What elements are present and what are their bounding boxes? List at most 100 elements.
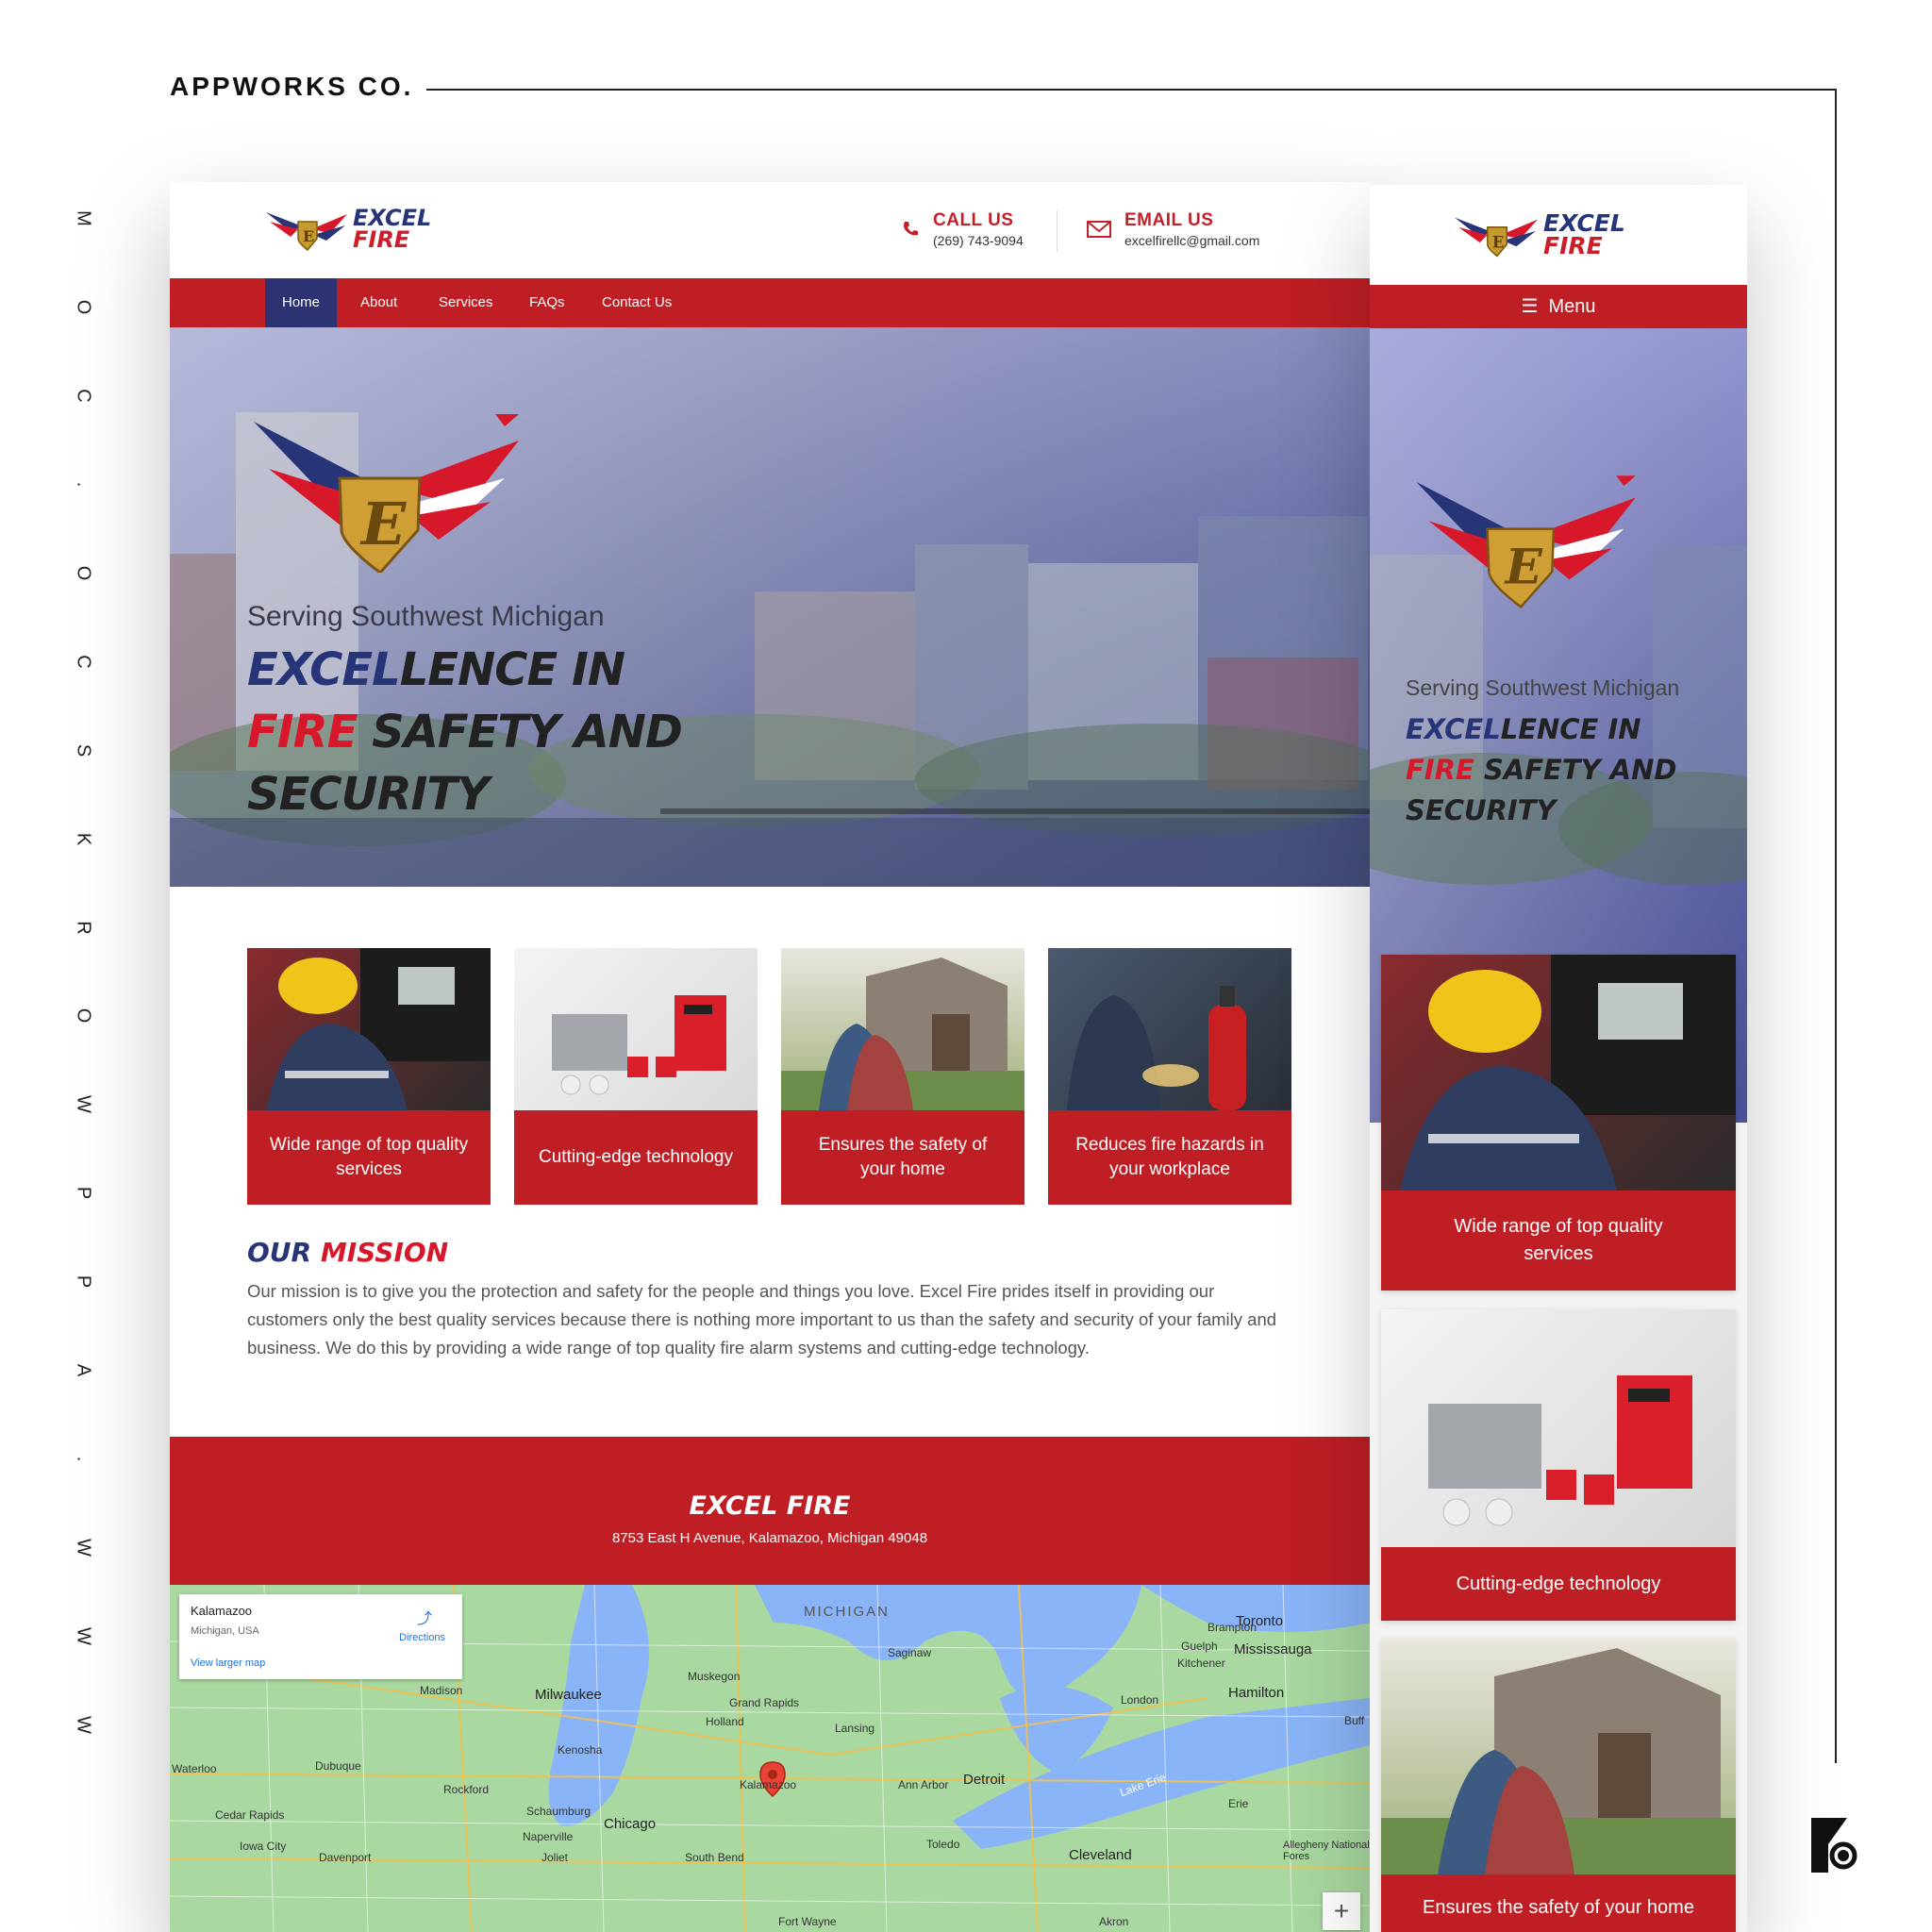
map-label: Kalamazoo <box>740 1778 797 1791</box>
workplace-welding-image <box>1048 948 1291 1110</box>
map-place-card: Kalamazoo Michigan, USA ⤴ Directions Vie… <box>179 1594 462 1679</box>
email-us-block[interactable]: EMAIL US excelfirellc@gmail.com <box>1087 210 1259 248</box>
map-label: Davenport <box>319 1851 372 1864</box>
feature-card[interactable]: Ensures the safety of your home <box>781 948 1024 1205</box>
mobile-site-logo[interactable]: E EXCEL FIRE <box>1453 209 1625 260</box>
map-label: Saginaw <box>888 1646 932 1659</box>
site-logo[interactable]: E EXCEL FIRE <box>264 205 431 254</box>
logo-word-fire: FIRE <box>1543 232 1603 259</box>
mobile-feature-card[interactable]: Wide range of top quality services <box>1381 955 1736 1291</box>
map-label: Schaumburg <box>526 1805 591 1818</box>
nav-home[interactable]: Home <box>265 278 338 327</box>
feature-card-caption: Cutting-edge technology <box>1456 1573 1661 1594</box>
feature-card[interactable]: Cutting-edge technology <box>514 948 758 1205</box>
feature-card[interactable]: Wide range of top quality services <box>247 948 491 1205</box>
alarm-equipment-image <box>1381 1309 1736 1547</box>
footer-address: 8753 East H Avenue, Kalamazoo, Michigan … <box>611 1530 928 1546</box>
mission-heading-our: OUR <box>247 1237 312 1268</box>
email-us-label: EMAIL US <box>1124 210 1214 230</box>
phone-number: (269) 743-9094 <box>933 233 1024 248</box>
mobile-feature-card[interactable]: Cutting-edge technology <box>1381 1309 1736 1621</box>
vertical-char: O <box>73 565 94 581</box>
family-home-image <box>1381 1639 1736 1874</box>
map-label: Iowa City <box>240 1840 287 1853</box>
hero-headline: EXCELLENCE IN FIRE SAFETY AND SECURITY <box>1406 709 1676 831</box>
desktop-mockup: E EXCEL FIRE CALL US (269) 743-9094 EMAI… <box>170 182 1370 1932</box>
vertical-char: O <box>73 299 94 315</box>
phone-icon <box>904 222 918 236</box>
hero-tagline: Serving Southwest Michigan <box>1406 675 1680 700</box>
vertical-char: W <box>73 1715 94 1734</box>
vertical-char: W <box>73 1539 94 1557</box>
main-nav: Home About Services FAQs Contact Us <box>170 278 1370 327</box>
nav-about[interactable]: About <box>343 278 414 327</box>
eagle-shield-icon: E <box>1455 217 1538 258</box>
nav-faqs[interactable]: FAQs <box>512 278 582 327</box>
embedded-map[interactable]: Kalamazoo Michigan, USA ⤴ Directions Vie… <box>170 1585 1370 1932</box>
map-label: Rockford <box>443 1783 490 1796</box>
vertical-char: R <box>73 920 94 935</box>
nav-contact-us[interactable]: Contact Us <box>585 278 689 327</box>
brand-title: APPWORKS CO. <box>170 72 414 101</box>
hero-tagline: Serving Southwest Michigan <box>247 601 605 632</box>
mobile-mockup: E EXCEL FIRE ☰ Menu E Serving Southwest … <box>1370 185 1747 1932</box>
alarm-equipment-image <box>514 948 758 1110</box>
headline-fire: FIRE <box>247 706 358 758</box>
envelope-icon <box>1087 221 1111 238</box>
feature-cards: Wide range of top quality services Cutti… <box>247 948 1291 1205</box>
hero-eagle-shield-logo: E <box>254 414 519 573</box>
email-address: excelfirellc@gmail.com <box>1124 233 1260 248</box>
headline-security: SECURITY <box>247 768 490 821</box>
map-label: South Bend <box>685 1851 744 1864</box>
eagle-shield-icon: E <box>266 212 347 252</box>
vertical-char: W <box>73 1095 94 1114</box>
directions-icon[interactable]: ⤴ <box>417 1606 432 1628</box>
directions-link[interactable]: Directions <box>399 1632 445 1643</box>
technician-image <box>1381 955 1736 1191</box>
headline-excel: EXCEL <box>247 643 401 696</box>
svg-text:E: E <box>1504 540 1543 596</box>
hamburger-icon: ☰ <box>1521 296 1539 317</box>
map-place-region: Michigan, USA <box>191 1625 259 1637</box>
hero-eagle-shield-logo: E <box>1416 475 1636 609</box>
vertical-char: . <box>73 1456 94 1462</box>
map-label: Lansing <box>835 1722 875 1735</box>
map-label: Erie <box>1228 1797 1249 1810</box>
headline-fire: FIRE <box>1406 754 1474 786</box>
logo-word-fire: FIRE <box>353 226 410 253</box>
map-label: Cedar Rapids <box>215 1808 285 1822</box>
vertical-char: C <box>73 654 94 669</box>
svg-text:E: E <box>359 490 407 558</box>
map-label: Chicago <box>604 1816 657 1832</box>
feature-card-caption: Ensures the safety of your home <box>818 1135 988 1179</box>
menu-label: Menu <box>1548 296 1596 317</box>
map-label: Guelph <box>1181 1640 1218 1653</box>
footer-address-band: EXCEL FIRE 8753 East H Avenue, Kalamazoo… <box>170 1437 1370 1585</box>
vertical-char: M <box>73 210 94 226</box>
map-label: Joliet <box>541 1851 569 1864</box>
hero-headline: EXCELLENCE IN FIRE SAFETY AND SECURITY <box>247 639 683 825</box>
map-label: Waterloo <box>172 1762 217 1775</box>
map-label: Muskegon <box>688 1670 741 1683</box>
hero-banner: E Serving Southwest Michigan EXCELLENCE … <box>170 327 1370 887</box>
map-label: Milwaukee <box>535 1687 602 1703</box>
map-label: Kitchener <box>1177 1657 1225 1670</box>
map-label: Mississauga <box>1234 1641 1312 1657</box>
map-label: Dubuque <box>315 1759 361 1773</box>
map-label: Cleveland <box>1069 1847 1132 1863</box>
call-us-block[interactable]: CALL US (269) 743-9094 <box>901 210 1024 248</box>
headline-security: SECURITY <box>1406 794 1557 826</box>
map-zoom-in-button[interactable]: + <box>1323 1892 1360 1930</box>
headline-safety-and: SAFETY AND <box>1483 754 1677 786</box>
vertical-char: A <box>73 1364 94 1377</box>
vertical-char: P <box>73 1187 94 1200</box>
mobile-feature-card[interactable]: Ensures the safety of your home <box>1381 1639 1736 1932</box>
feature-card-caption: Reduces fire hazards in your workplace <box>1075 1135 1264 1179</box>
map-label: London <box>1121 1693 1159 1707</box>
mission-heading-mission: MISSION <box>320 1237 449 1268</box>
vertical-char: C <box>73 389 94 403</box>
feature-card[interactable]: Reduces fire hazards in your workplace <box>1048 948 1291 1205</box>
nav-services[interactable]: Services <box>422 278 510 327</box>
view-larger-map-link[interactable]: View larger map <box>191 1657 265 1669</box>
mobile-menu-button[interactable]: ☰ Menu <box>1370 285 1747 328</box>
